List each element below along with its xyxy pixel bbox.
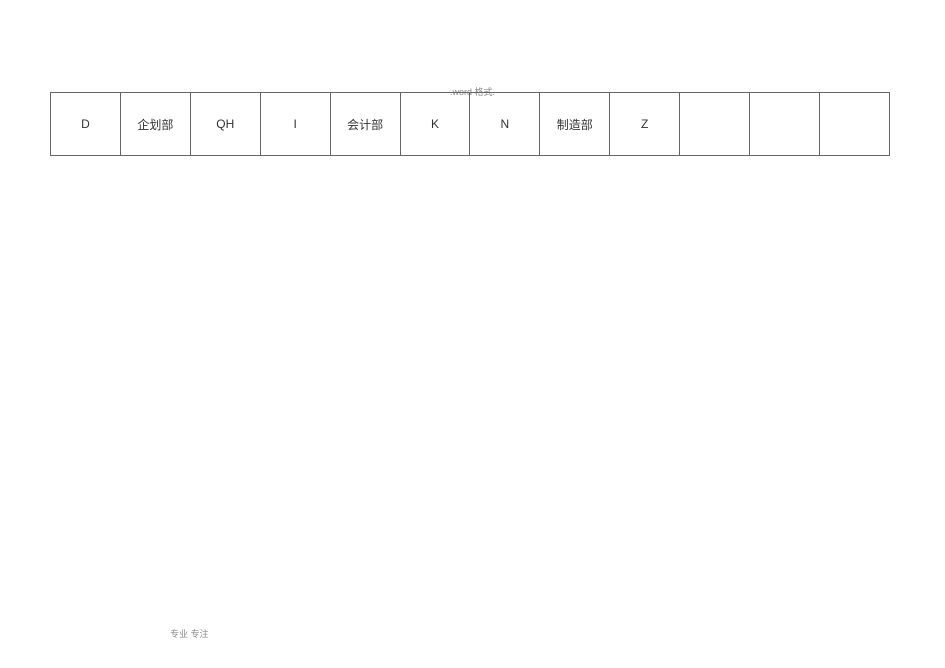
table-container: D 企划部 QH I 会计部 K N 制造部 Z (50, 92, 890, 156)
cell-n: N (470, 93, 540, 156)
table-row: D 企划部 QH I 会计部 K N 制造部 Z (51, 93, 890, 156)
cell-planning-dept: 企划部 (120, 93, 190, 156)
cell-empty-1 (680, 93, 750, 156)
cell-k: K (400, 93, 470, 156)
cell-manufacturing-dept: 制造部 (540, 93, 610, 156)
cell-accounting-dept: 会计部 (330, 93, 400, 156)
cell-i: I (260, 93, 330, 156)
cell-qh: QH (190, 93, 260, 156)
page-footer: 专业 专注 (170, 627, 209, 640)
cell-empty-2 (750, 93, 820, 156)
cell-d: D (51, 93, 121, 156)
cell-empty-3 (819, 93, 889, 156)
data-table: D 企划部 QH I 会计部 K N 制造部 Z (50, 92, 890, 156)
cell-z: Z (610, 93, 680, 156)
